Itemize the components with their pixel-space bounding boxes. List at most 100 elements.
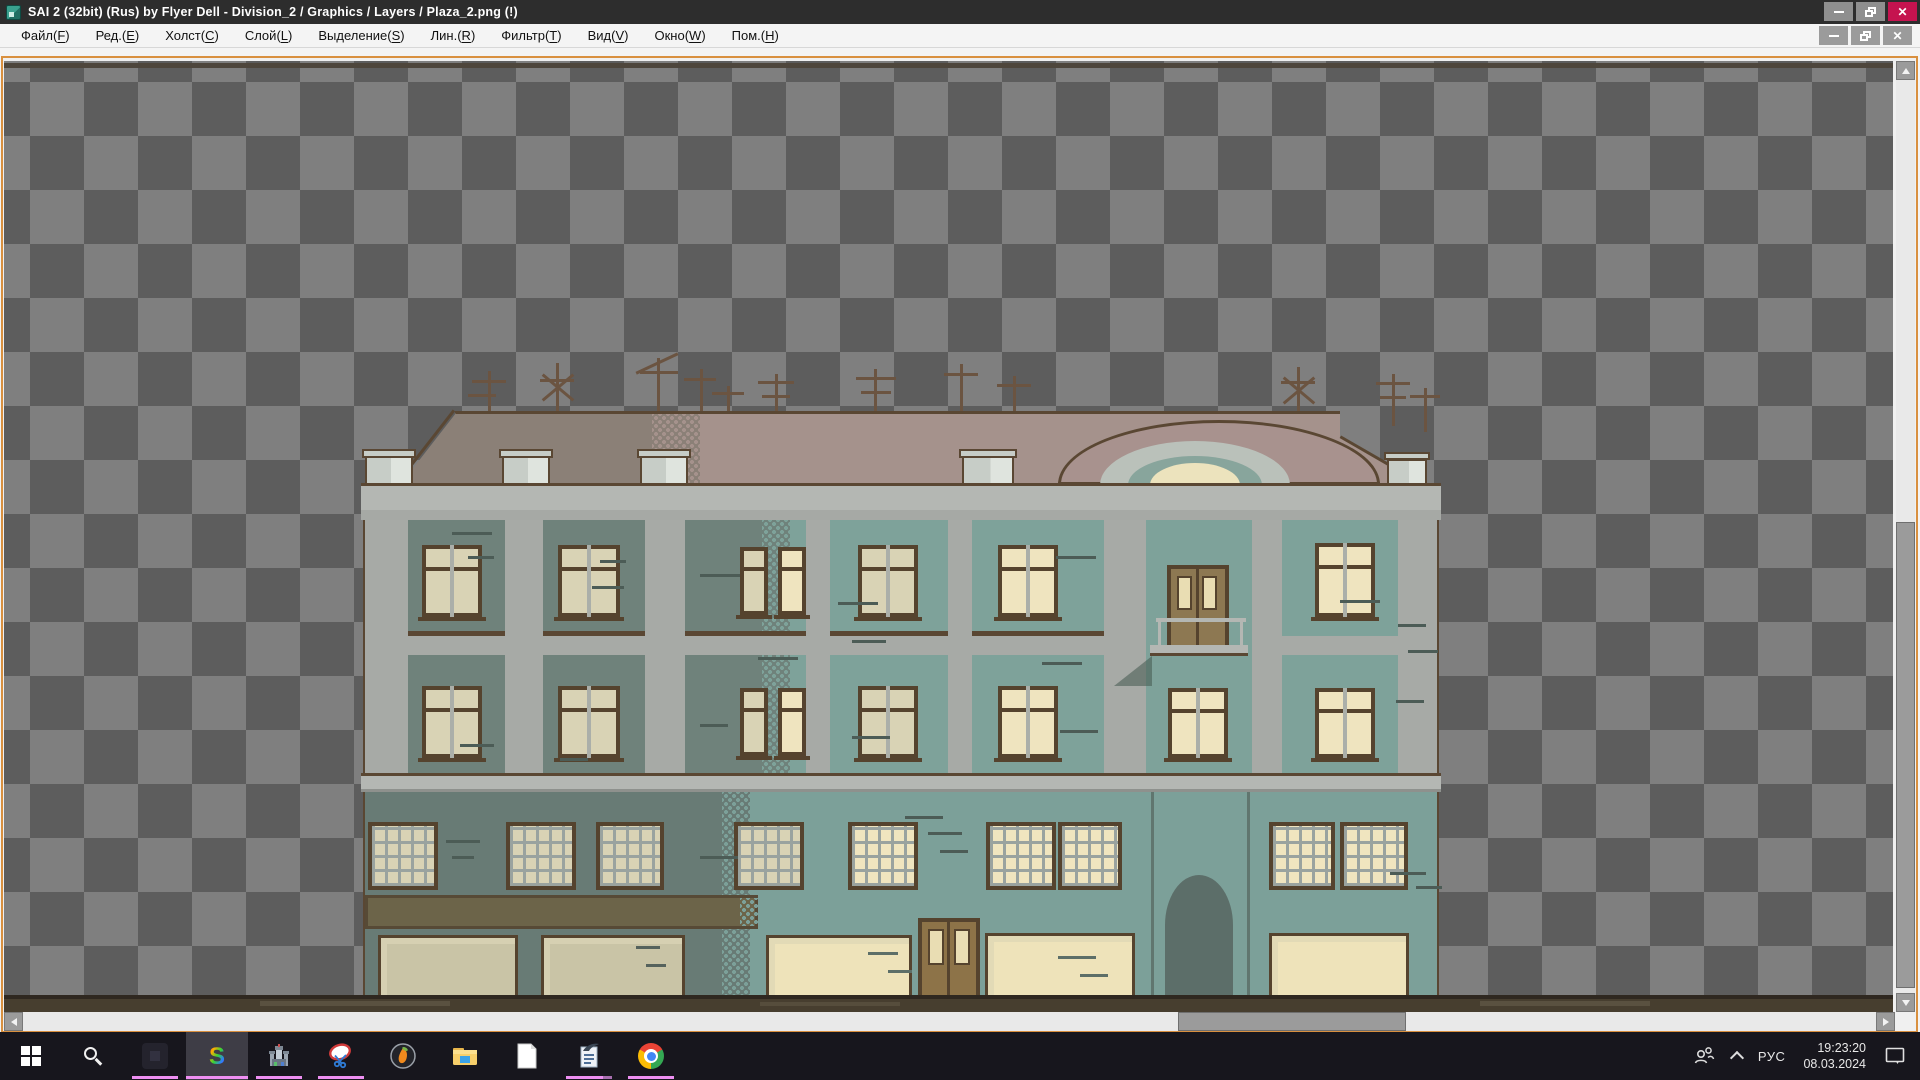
art-shape [1196,569,1199,651]
clock[interactable]: 19:23:20 08.03.2024 [1793,1032,1876,1080]
canvas-artwork[interactable] [4,61,1893,1012]
art-shape [948,520,972,775]
art-shape [1281,381,1315,384]
arrow-down-icon [1902,1000,1910,1010]
sai-icon: S [204,1043,230,1069]
taskbar-app-unknown[interactable] [124,1032,186,1080]
art-shape [372,826,434,886]
art-shape [998,545,1058,617]
menu-item-edit[interactable]: Ред.(E) [83,25,153,46]
close-button[interactable]: ✕ [1888,2,1917,21]
art-shape [1058,956,1096,959]
clock-time: 19:23:20 [1817,1040,1866,1056]
art-shape [450,686,454,758]
text-editor-icon [575,1042,603,1070]
search-button[interactable] [62,1032,124,1080]
menu-item-selection[interactable]: Выделение(S) [305,25,417,46]
art-shape [1056,556,1096,559]
people-icon [1692,1045,1716,1067]
scroll-up-button[interactable] [1896,61,1915,80]
art-shape [744,551,764,611]
vertical-scrollbar[interactable] [1896,61,1915,1012]
art-shape [778,567,806,571]
art-shape [778,547,806,615]
taskbar-app-notepad[interactable] [496,1032,558,1080]
menu-item-canvas[interactable]: Холст(C) [152,25,232,46]
notification-button[interactable] [1876,1032,1914,1080]
art-shape [1202,576,1217,610]
art-shape [700,724,728,727]
art-shape [452,532,492,535]
window-title: SAI 2 (32bit) (Rus) by Flyer Dell - Divi… [28,5,518,19]
art-shape [452,856,474,859]
art-shape [1252,520,1282,775]
notepad-icon [514,1042,540,1070]
art-shape [972,636,1104,655]
tray-expand-button[interactable] [1724,1032,1750,1080]
art-shape [1196,688,1200,758]
art-shape [960,364,963,415]
desktop: SAI 2 (32bit) (Rus) by Flyer Dell - Divi… [0,0,1920,1080]
doc-minimize-button[interactable] [1819,26,1848,45]
minimize-button[interactable] [1824,2,1853,21]
menu-item-view[interactable]: Вид(V) [575,25,642,46]
art-shape [422,686,482,758]
art-shape [1177,576,1192,610]
menu-item-layer[interactable]: Слой(L) [232,25,306,46]
art-shape [1311,758,1379,762]
language-indicator[interactable]: РУС [1750,1032,1794,1080]
art-shape [858,686,918,758]
menu-item-help[interactable]: Пом.(H) [719,25,792,46]
canvas-viewport[interactable] [4,61,1893,1012]
taskbar-app-castle-game[interactable] [248,1032,310,1080]
taskbar-app-texteditor[interactable] [558,1032,620,1080]
sai-app-icon [6,5,21,20]
art-shape [1062,826,1118,886]
restore-button[interactable] [1856,2,1885,21]
taskbar-app-chrome[interactable] [620,1032,682,1080]
art-shape [684,378,716,381]
doc-close-button[interactable]: ✕ [1883,26,1912,45]
menu-item-filter[interactable]: Фильтр(T) [488,25,574,46]
art-shape [1480,1001,1650,1006]
menu-item-window[interactable]: Окно(W) [641,25,718,46]
art-shape [940,850,968,853]
art-shape [1165,875,1233,1000]
menu-item-file[interactable]: Файл(F) [8,25,83,46]
taskbar-app-flstudio[interactable] [372,1032,434,1080]
art-shape [1315,688,1375,758]
doc-restore-button[interactable] [1851,26,1880,45]
taskbar-app-sai[interactable]: S [186,1032,248,1080]
menu-item-ruler[interactable]: Лин.(R) [418,25,489,46]
scroll-right-button[interactable] [1876,1012,1895,1031]
art-shape [685,636,806,655]
taskbar-app-screentogif[interactable] [310,1032,372,1080]
art-shape [1042,662,1082,665]
title-bar[interactable]: SAI 2 (32bit) (Rus) by Flyer Dell - Divi… [0,0,1920,24]
running-indicator [628,1076,674,1079]
vertical-scroll-thumb[interactable] [1896,522,1915,988]
scroll-left-button[interactable] [4,1012,23,1031]
art-shape [558,686,620,758]
art-shape [782,551,802,611]
taskbar: S [0,1032,1920,1080]
art-shape [1343,543,1347,617]
art-shape [734,822,804,890]
art-shape [1398,624,1426,627]
art-shape [998,686,1058,758]
art-shape [472,380,506,383]
art-shape [1247,792,1250,997]
art-shape [1340,600,1380,603]
horizontal-scroll-thumb[interactable] [1178,1012,1406,1031]
taskbar-app-explorer[interactable] [434,1032,496,1080]
art-shape [468,556,494,559]
horizontal-scrollbar[interactable] [4,1012,1895,1031]
people-button[interactable] [1684,1032,1724,1080]
scroll-down-button[interactable] [1896,993,1915,1012]
art-shape [1398,520,1437,775]
running-indicator [566,1076,612,1079]
art-shape [1278,942,1406,997]
art-shape [947,922,950,1000]
start-button[interactable] [0,1032,62,1080]
art-shape [854,758,922,762]
